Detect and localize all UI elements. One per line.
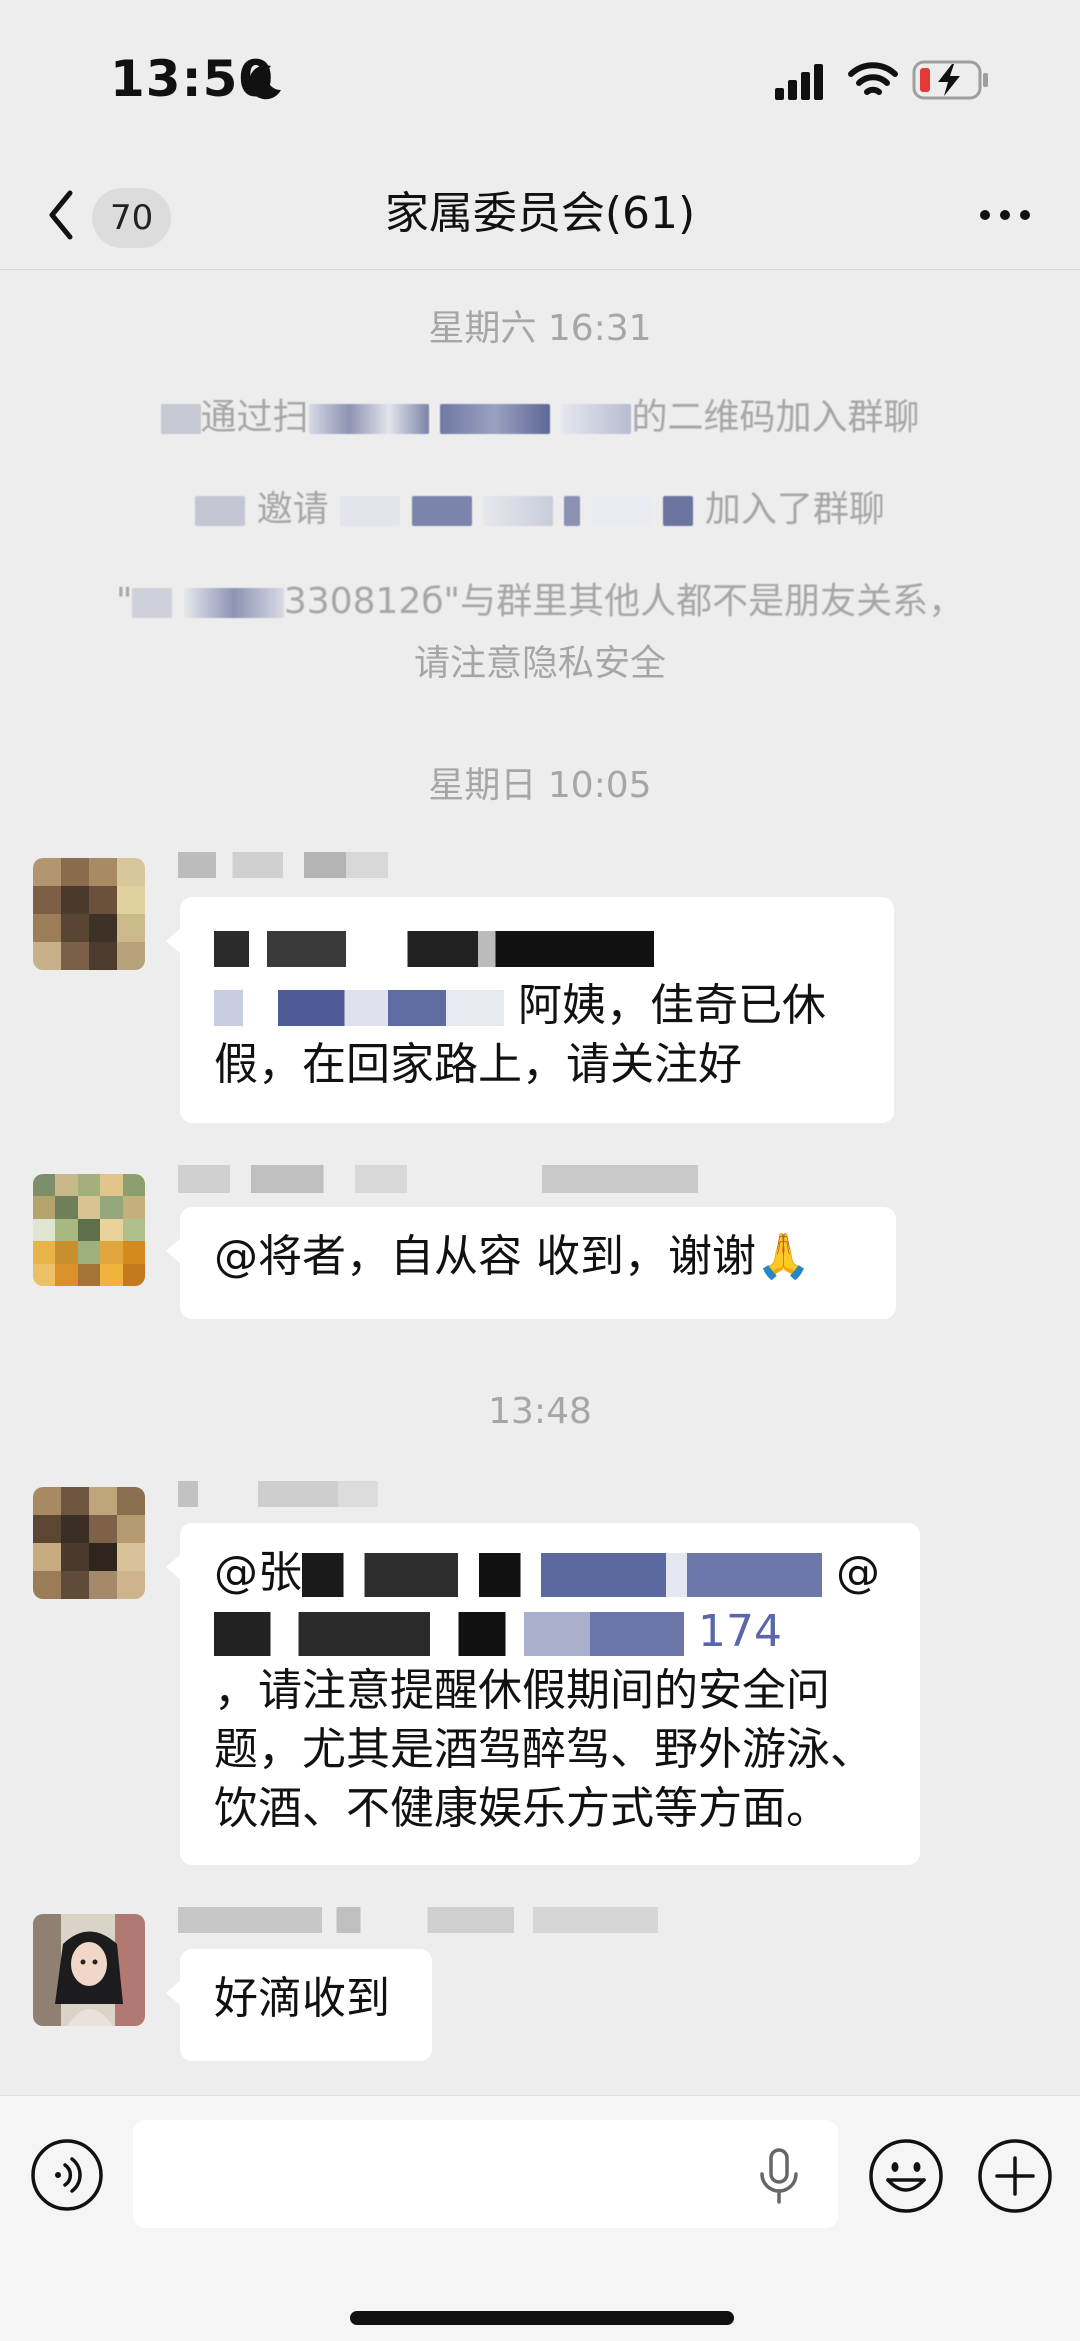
avatar[interactable] xyxy=(33,1487,145,1599)
message-text: 题，尤其是酒驾醉驾、野外游泳、 xyxy=(214,1724,874,1775)
redacted-text xyxy=(195,496,246,526)
wifi-icon xyxy=(848,62,898,95)
avatar[interactable] xyxy=(33,858,145,970)
message-bubble[interactable]: @张 @ 174 ，请注意提醒休假期间的安全问 题，尤其是酒驾醉驾、野外游泳、 … xyxy=(166,1523,920,1865)
message-text: @将者，自从容 收到，谢谢🙏 xyxy=(214,1231,811,1282)
system-text: 的二维码加入群聊 xyxy=(631,397,920,438)
message-text: @张 xyxy=(214,1547,302,1598)
emoji-icon[interactable] xyxy=(868,2138,944,2214)
redacted-text xyxy=(561,404,632,434)
plus-icon[interactable] xyxy=(977,2138,1053,2214)
redacted-text xyxy=(340,496,401,526)
redacted-mention xyxy=(214,990,504,1026)
system-text: 通过扫 xyxy=(200,397,309,438)
system-message-join-qr: 通过扫 的二维码加入群聊 xyxy=(60,389,1020,447)
system-message-invite: 邀请 加入了群聊 xyxy=(60,481,1020,539)
redacted-text xyxy=(564,496,581,526)
redacted-text xyxy=(411,496,472,526)
message-text: 阿姨，佳奇已休 xyxy=(518,980,826,1031)
redacted-text xyxy=(214,931,654,967)
chat-screen: 13:50 70 家属委员会(61) 星期六 16:31 通过扫 的二维码加入群… xyxy=(0,0,1080,2341)
unread-badge[interactable]: 70 xyxy=(92,188,172,248)
message-text: 174 xyxy=(698,1606,782,1657)
timestamp: 星期六 16:31 xyxy=(428,308,652,349)
message-text: 饮酒、不健康娱乐方式等方面。 xyxy=(214,1783,830,1834)
redacted-text xyxy=(183,588,284,618)
message-text: ，请注意提醒休假期间的安全问 xyxy=(214,1665,830,1716)
page-title: 家属委员会(61) xyxy=(384,188,696,239)
nav-bar: 70 家属委员会(61) xyxy=(0,160,1080,270)
sender-name xyxy=(178,1165,698,1193)
message-input[interactable] xyxy=(133,2120,838,2228)
microphone-icon[interactable] xyxy=(756,2148,802,2204)
battery-charging-icon xyxy=(912,60,988,100)
timestamp: 13:48 xyxy=(488,1391,592,1432)
avatar[interactable] xyxy=(33,1914,145,2026)
redacted-text xyxy=(663,496,694,526)
redacted-text xyxy=(591,496,652,526)
message-bubble[interactable]: @将者，自从容 收到，谢谢🙏 xyxy=(166,1207,896,1319)
system-text: "与群里其他人都不是朋友关系， xyxy=(443,581,965,622)
timestamp: 星期日 10:05 xyxy=(428,765,652,806)
message-text: 好滴收到 xyxy=(214,1973,390,2024)
sender-name xyxy=(178,852,388,878)
moon-icon xyxy=(248,65,281,100)
system-text: 邀请 xyxy=(256,489,329,530)
sender-name xyxy=(178,1481,378,1507)
redacted-text xyxy=(132,588,173,618)
status-bar: 13:50 xyxy=(0,0,1080,160)
home-indicator xyxy=(350,2311,734,2325)
message-bubble[interactable]: 好滴收到 xyxy=(166,1949,432,2061)
chevron-left-icon[interactable] xyxy=(40,185,80,245)
redacted-text xyxy=(483,496,553,526)
signal-icon xyxy=(775,64,823,100)
redacted-text xyxy=(440,404,550,434)
redacted-mention xyxy=(302,1553,822,1597)
system-text: 请注意隐私安全 xyxy=(413,643,666,684)
avatar[interactable] xyxy=(33,1174,145,1286)
system-message-privacy: " 330812б"与群里其他人都不是朋友关系， xyxy=(115,581,965,622)
system-text: 加入了群聊 xyxy=(704,489,885,530)
more-icon[interactable] xyxy=(975,185,1035,245)
sender-name xyxy=(178,1907,658,1933)
redacted-text xyxy=(160,404,201,434)
redacted-mention xyxy=(214,1612,684,1656)
message-bubble[interactable]: 阿姨，佳奇已休 假，在回家路上，请关注好 xyxy=(166,897,894,1123)
redacted-text xyxy=(308,404,429,434)
input-bar xyxy=(0,2095,1080,2341)
message-text: @ xyxy=(836,1547,880,1598)
system-text: 330812б xyxy=(283,581,444,622)
voice-icon[interactable] xyxy=(30,2138,104,2212)
message-text: 假，在回家路上，请关注好 xyxy=(214,1039,742,1090)
